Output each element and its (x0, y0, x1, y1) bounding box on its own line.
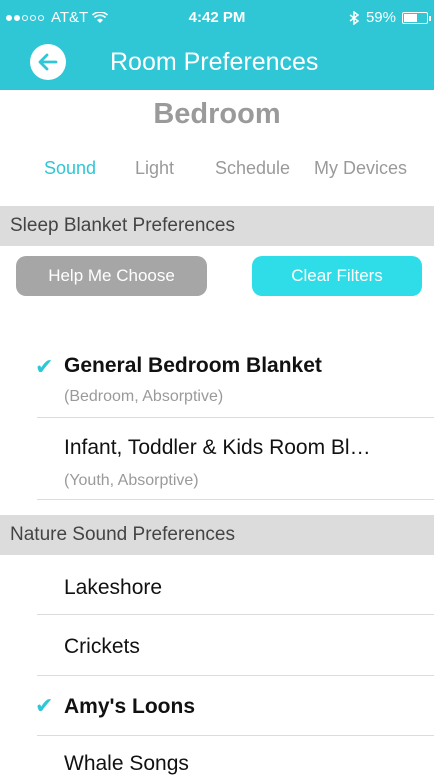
blanket-item-general[interactable]: ✔ General Bedroom Blanket (Bedroom, Abso… (0, 352, 434, 416)
nature-name: Whale Songs (64, 752, 189, 775)
nature-item-amys-loons[interactable]: ✔ Amy's Loons (0, 693, 434, 723)
room-name: Bedroom (153, 98, 281, 130)
nature-item-crickets[interactable]: Crickets (0, 635, 434, 663)
divider (37, 675, 434, 676)
divider (37, 499, 434, 500)
battery-percent: 59% (365, 9, 396, 26)
tab-sound[interactable]: Sound (44, 158, 96, 179)
battery-icon (402, 11, 431, 24)
bluetooth-icon (349, 10, 360, 25)
tab-light[interactable]: Light (135, 158, 174, 179)
divider (37, 417, 434, 418)
blanket-item-infant[interactable]: Infant, Toddler & Kids Room Bl… (Youth, … (0, 436, 434, 500)
page-title: Room Preferences (110, 48, 319, 76)
nature-name: Lakeshore (64, 576, 163, 599)
checkmark-icon: ✔ (35, 693, 54, 718)
tab-my-devices[interactable]: My Devices (314, 158, 407, 179)
help-me-choose-button[interactable]: Help Me Choose (16, 256, 207, 296)
tab-schedule[interactable]: Schedule (215, 158, 290, 179)
back-button[interactable] (30, 44, 66, 80)
tab-bar: Sound Light Schedule My Devices (0, 158, 434, 184)
checkmark-icon: ✔ (35, 354, 54, 379)
sleep-blanket-section-header: Sleep Blanket Preferences (0, 206, 434, 246)
blanket-details: (Bedroom, Absorptive) (64, 388, 224, 405)
app-header: AT&T 4:42 PM 59% Room Preferences (0, 0, 434, 90)
nature-item-lakeshore[interactable]: Lakeshore (0, 576, 434, 604)
blanket-name: Infant, Toddler & Kids Room Bl… (64, 436, 371, 459)
nature-item-whale-songs[interactable]: Whale Songs (0, 752, 434, 780)
clear-filters-button[interactable]: Clear Filters (252, 256, 422, 296)
arrow-left-icon (38, 53, 58, 71)
blanket-name: General Bedroom Blanket (64, 354, 322, 377)
nature-name: Amy's Loons (64, 695, 196, 718)
battery-info: 59% (348, 9, 431, 26)
divider (37, 735, 434, 736)
divider (37, 614, 434, 615)
status-bar: AT&T 4:42 PM 59% (0, 0, 434, 36)
nature-name: Crickets (64, 635, 140, 658)
nature-sound-section-header: Nature Sound Preferences (0, 515, 434, 555)
blanket-details: (Youth, Absorptive) (64, 472, 199, 489)
